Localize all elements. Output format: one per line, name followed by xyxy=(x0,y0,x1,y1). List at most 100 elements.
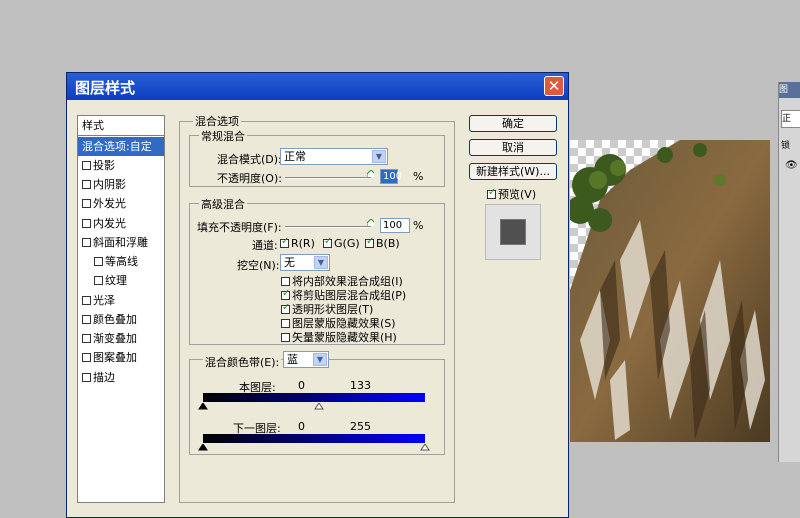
style-preview xyxy=(485,204,541,260)
option-label: 矢量蒙版隐藏效果(H) xyxy=(292,331,397,344)
channels-label: 通道: xyxy=(252,239,278,252)
styles-list: 样式 混合选项:自定 投影 内阴影 外发光 内发光 斜面和浮雕 等高线 纹理 光… xyxy=(77,115,165,503)
style-item-outer-glow[interactable]: 外发光 xyxy=(78,194,164,213)
checkbox[interactable] xyxy=(94,275,103,285)
underlying-layer-high: 255 xyxy=(350,420,371,433)
checkbox[interactable] xyxy=(281,318,290,328)
blend-if-value: 蓝 xyxy=(287,353,298,366)
style-item-pattern-overlay[interactable]: 图案叠加 xyxy=(78,348,164,367)
this-layer-low-handle xyxy=(198,403,208,410)
style-item-label: 斜面和浮雕 xyxy=(93,236,148,249)
fill-opacity-label: 填充不透明度(F): xyxy=(197,221,282,234)
ok-button[interactable]: 确定 xyxy=(469,115,557,132)
checkbox[interactable] xyxy=(281,276,290,286)
checkbox[interactable] xyxy=(281,302,290,314)
blend-if-label: 混合颜色带(E): xyxy=(203,354,282,370)
chevron-down-icon: ▼ xyxy=(372,150,386,163)
style-item-label: 外发光 xyxy=(93,197,126,210)
style-item-inner-glow[interactable]: 内发光 xyxy=(78,214,164,233)
checkbox[interactable] xyxy=(82,237,91,247)
checkbox[interactable] xyxy=(487,187,496,199)
channel-r[interactable]: R(R) xyxy=(280,236,315,250)
cancel-button[interactable]: 取消 xyxy=(469,139,557,156)
knockout-select[interactable]: 无 ▼ xyxy=(280,254,330,271)
layers-panel-mode[interactable]: 正 xyxy=(781,110,800,128)
style-item-satin[interactable]: 光泽 xyxy=(78,291,164,310)
underlying-layer-gradient xyxy=(203,434,425,443)
style-item-stroke[interactable]: 描边 xyxy=(78,368,164,387)
this-layer-slider[interactable] xyxy=(198,403,430,411)
style-item-label: 图案叠加 xyxy=(93,351,137,364)
checkbox[interactable] xyxy=(82,314,91,324)
style-item-label: 投影 xyxy=(93,159,115,172)
style-item-texture[interactable]: 纹理 xyxy=(78,271,164,290)
chevron-down-icon: ▼ xyxy=(314,256,328,269)
dialog-titlebar[interactable]: 图层样式 ✕ xyxy=(67,73,568,100)
knockout-label: 挖空(N): xyxy=(237,259,280,272)
layers-panel-lock: 锁 xyxy=(781,141,791,151)
channel-g-label: G(G) xyxy=(334,237,360,250)
style-item-label: 光泽 xyxy=(93,294,115,307)
checkbox[interactable] xyxy=(82,295,91,305)
blend-if-select[interactable]: 蓝 ▼ xyxy=(283,351,329,368)
preview-label: 预览(V) xyxy=(498,188,537,201)
style-item-blending-options[interactable]: 混合选项:自定 xyxy=(78,137,164,157)
new-style-button[interactable]: 新建样式(W)... xyxy=(469,163,557,180)
style-item-gradient-overlay[interactable]: 渐变叠加 xyxy=(78,329,164,348)
checkbox[interactable] xyxy=(82,179,91,189)
style-item-label: 描边 xyxy=(93,371,115,384)
style-item-contour[interactable]: 等高线 xyxy=(78,252,164,271)
style-item-color-overlay[interactable]: 颜色叠加 xyxy=(78,310,164,329)
checkbox[interactable] xyxy=(82,160,91,170)
opacity-slider[interactable] xyxy=(285,177,371,179)
style-item-drop-shadow[interactable]: 投影 xyxy=(78,156,164,175)
channel-r-label: R(R) xyxy=(291,237,315,250)
this-layer-low: 0 xyxy=(298,379,305,392)
blend-mode-value: 正常 xyxy=(284,150,306,163)
style-item-label: 混合选项:自定 xyxy=(82,140,152,153)
checkbox[interactable] xyxy=(323,236,332,248)
channel-g[interactable]: G(G) xyxy=(323,236,360,250)
blending-options-title: 混合选项 xyxy=(193,113,241,129)
checkbox[interactable] xyxy=(82,333,91,343)
checkbox[interactable] xyxy=(82,352,91,362)
checkbox[interactable] xyxy=(281,332,290,342)
checkbox[interactable] xyxy=(281,288,290,300)
checkbox[interactable] xyxy=(280,236,289,248)
opacity-label: 不透明度(O): xyxy=(217,172,282,185)
underlying-layer-slider[interactable] xyxy=(198,444,430,452)
opacity-slider-thumb[interactable] xyxy=(367,170,374,177)
this-layer-high-handle xyxy=(314,403,324,410)
this-layer-high: 133 xyxy=(350,379,371,392)
checkbox[interactable] xyxy=(82,218,91,228)
channel-b-label: B(B) xyxy=(376,237,400,250)
underlying-layer-high-handle xyxy=(420,444,430,451)
layer-style-dialog: 图层样式 ✕ 样式 混合选项:自定 投影 内阴影 外发光 内发光 斜面和浮雕 等… xyxy=(66,72,569,518)
close-icon[interactable]: ✕ xyxy=(544,76,564,96)
underlying-layer-low-handle xyxy=(198,444,208,451)
layers-panel-title: 图 xyxy=(779,82,800,98)
blend-mode-select[interactable]: 正常 ▼ xyxy=(280,148,388,165)
styles-list-header: 样式 xyxy=(78,116,164,136)
underlying-layer-low: 0 xyxy=(298,420,305,433)
eye-icon[interactable]: 👁 xyxy=(785,160,798,171)
fill-opacity-slider-thumb[interactable] xyxy=(367,219,374,226)
style-item-inner-shadow[interactable]: 内阴影 xyxy=(78,175,164,194)
opacity-input[interactable]: 100 xyxy=(380,169,402,184)
fill-opacity-input[interactable]: 100 xyxy=(380,218,410,233)
checkbox[interactable] xyxy=(82,372,91,382)
fill-opacity-slider[interactable] xyxy=(285,226,371,228)
style-item-bevel-emboss[interactable]: 斜面和浮雕 xyxy=(78,233,164,252)
option-vector-mask-hides[interactable]: 矢量蒙版隐藏效果(H) xyxy=(281,329,397,345)
style-item-label: 内发光 xyxy=(93,217,126,230)
style-preview-swatch xyxy=(500,219,526,245)
checkbox[interactable] xyxy=(94,256,103,266)
style-item-label: 纹理 xyxy=(105,274,127,287)
preview-toggle[interactable]: 预览(V) xyxy=(487,186,536,202)
document-canvas[interactable] xyxy=(570,140,770,442)
channel-b[interactable]: B(B) xyxy=(365,236,400,250)
checkbox[interactable] xyxy=(82,198,91,208)
style-item-label: 等高线 xyxy=(105,255,138,268)
checkbox[interactable] xyxy=(365,236,374,248)
cliff-image xyxy=(570,140,770,442)
